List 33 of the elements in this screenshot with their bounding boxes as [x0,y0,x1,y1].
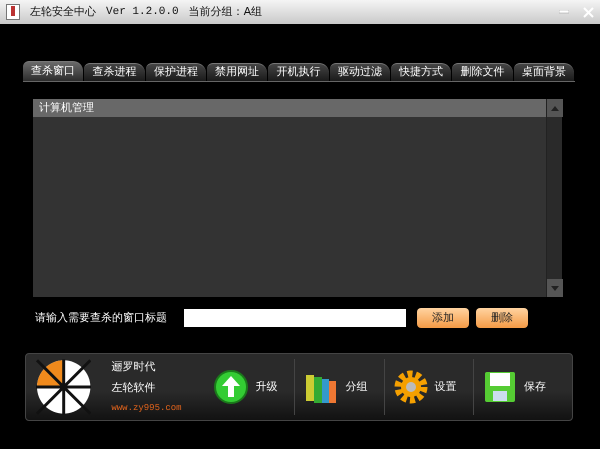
logo-icon [36,359,92,415]
arrow-circle-icon [213,369,250,405]
scrollbar[interactable] [546,99,562,297]
toolbar-button[interactable]: 保存 [472,359,562,415]
tab[interactable]: 查杀窗口 [23,61,84,81]
toolbar-button[interactable]: 设置 [384,359,473,415]
list-item[interactable]: 计算机管理 [33,99,546,117]
minimize-icon[interactable] [559,10,569,14]
brand-text: 逦罗时代 [111,358,156,375]
version-text: Ver 1.2.0.0 [106,4,179,20]
group-text: 当前分组：A组 [188,4,262,20]
tab[interactable]: 删除文件 [452,63,513,81]
tab[interactable]: 开机执行 [268,63,329,81]
scroll-up-icon[interactable] [551,106,559,110]
input-field[interactable] [184,309,406,327]
tab[interactable]: 禁用网址 [206,63,268,81]
action-button[interactable]: 删除 [476,308,528,328]
website-link[interactable]: www.zy995.com [111,402,206,416]
tab[interactable]: 驱动过滤 [330,63,390,81]
tab[interactable]: 桌面背景 [514,63,574,81]
gear-icon [392,369,429,405]
toolbar-button[interactable]: 升级 [205,359,294,415]
scroll-down-icon[interactable] [551,286,559,290]
tab[interactable]: 保护进程 [146,63,206,81]
app-icon [6,4,20,20]
brand-text: 左轮软件 [111,380,156,396]
tab[interactable]: 快捷方式 [390,63,452,81]
toolbar-button[interactable]: 分组 [294,359,384,415]
action-button[interactable]: 添加 [417,308,469,328]
close-icon[interactable] [583,6,594,18]
window-title: 左轮安全中心 [30,4,96,20]
tab[interactable]: 查杀进程 [84,63,145,81]
field-label: 请输入需要查杀的窗口标题 [35,310,167,326]
